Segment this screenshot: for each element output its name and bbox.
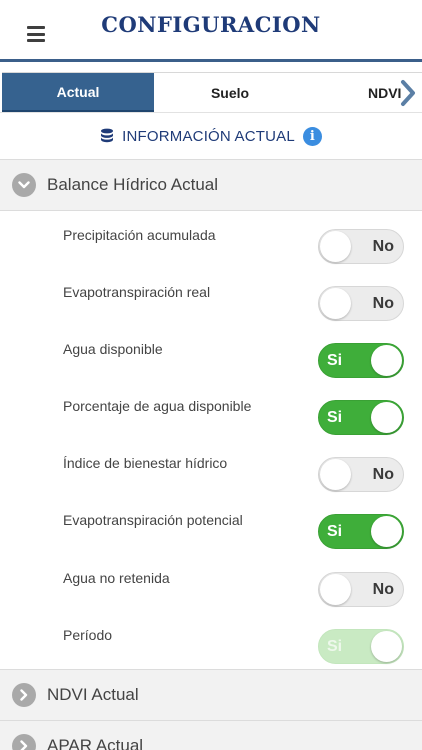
app-header: CONFIGURACION xyxy=(0,0,422,62)
info-title: INFORMACIÓN ACTUAL xyxy=(122,127,295,145)
tab-divider xyxy=(0,112,422,113)
tab-actual[interactable]: Actual xyxy=(2,73,154,113)
section-label: APAR Actual xyxy=(47,736,144,750)
toggle-knob xyxy=(320,459,351,490)
toggle-knob xyxy=(320,288,351,319)
setting-row: Período Si xyxy=(0,618,422,675)
toggle-knob xyxy=(371,402,402,433)
toggle-knob xyxy=(371,516,402,547)
toggle-state-label: Si xyxy=(327,352,343,369)
section-apar-actual[interactable]: APAR Actual xyxy=(0,720,422,750)
setting-row: Agua no retenida No xyxy=(0,561,422,618)
toggle-knob xyxy=(320,574,351,605)
setting-label: Agua no retenida xyxy=(63,570,170,586)
setting-label: Agua disponible xyxy=(63,341,163,357)
toggle-state-label: Si xyxy=(327,409,343,426)
toggle-agua-no-retenida[interactable]: No xyxy=(318,572,404,607)
setting-label: Período xyxy=(63,627,113,643)
chevron-right-icon[interactable] xyxy=(398,79,418,107)
database-icon xyxy=(101,128,114,143)
page-title: CONFIGURACION xyxy=(101,12,321,37)
setting-label: Evapotranspiración real xyxy=(63,284,211,300)
toggle-knob xyxy=(371,631,402,662)
tab-bar: Actual Suelo NDVI xyxy=(2,72,422,113)
toggle-porcentaje-agua-disponible[interactable]: Si xyxy=(318,400,404,435)
tab-suelo[interactable]: Suelo xyxy=(154,73,306,113)
chevron-right-icon xyxy=(12,683,36,707)
toggle-periodo: Si xyxy=(318,629,404,664)
toggle-state-label: Si xyxy=(327,523,343,540)
toggle-precipitacion-acumulada[interactable]: No xyxy=(318,229,404,264)
setting-label: Evapotranspiración potencial xyxy=(63,512,243,528)
info-bar: INFORMACIÓN ACTUAL i xyxy=(0,118,422,154)
setting-label: Precipitación acumulada xyxy=(63,227,216,243)
setting-label: Índice de bienestar hídrico xyxy=(63,455,228,471)
toggle-indice-bienestar-hidrico[interactable]: No xyxy=(318,457,404,492)
setting-label: Porcentaje de agua disponible xyxy=(63,398,252,414)
setting-row: Evapotranspiración potencial Si xyxy=(0,503,422,560)
toggle-state-label: Si xyxy=(327,638,343,655)
section-label: NDVI Actual xyxy=(47,685,139,704)
chevron-right-icon xyxy=(12,734,36,750)
info-icon[interactable]: i xyxy=(302,126,322,146)
header-divider xyxy=(0,59,422,62)
tab-ndvi-label: NDVI xyxy=(368,85,402,101)
toggle-state-label: No xyxy=(372,466,394,483)
section-balance-hidrico-actual[interactable]: Balance Hídrico Actual xyxy=(0,159,422,211)
toggle-evapotranspiracion-real[interactable]: No xyxy=(318,286,404,321)
toggle-state-label: No xyxy=(372,581,394,598)
toggle-state-label: No xyxy=(372,238,394,255)
tab-ndvi[interactable]: NDVI xyxy=(306,73,422,113)
toggle-agua-disponible[interactable]: Si xyxy=(318,343,404,378)
toggle-knob xyxy=(320,231,351,262)
setting-row: Precipitación acumulada No xyxy=(0,218,422,275)
toggle-state-label: No xyxy=(372,295,394,312)
setting-row: Evapotranspiración real No xyxy=(0,275,422,332)
setting-row: Índice de bienestar hídrico No xyxy=(0,446,422,503)
chevron-down-icon xyxy=(12,173,36,197)
section-label: Balance Hídrico Actual xyxy=(47,175,219,194)
section-ndvi-actual[interactable]: NDVI Actual xyxy=(0,669,422,721)
setting-row: Agua disponible Si xyxy=(0,332,422,389)
toggle-knob xyxy=(371,345,402,376)
setting-row: Porcentaje de agua disponible Si xyxy=(0,389,422,446)
toggle-evapotranspiracion-potencial[interactable]: Si xyxy=(318,514,404,549)
